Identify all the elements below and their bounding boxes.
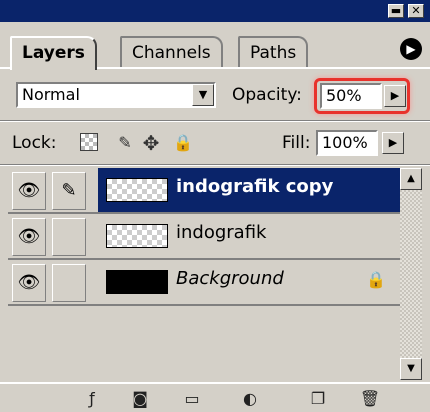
layer-body[interactable]: indografik copy xyxy=(98,168,400,212)
minimize-button[interactable]: ▬ xyxy=(388,4,404,18)
blend-mode-select[interactable]: Normal xyxy=(16,82,216,108)
tab-paths[interactable]: Paths xyxy=(238,36,309,68)
divider xyxy=(0,120,430,122)
lock-transparency-icon[interactable] xyxy=(80,133,98,151)
tab-bar: Layers Channels Paths ▶ xyxy=(0,22,430,70)
layer-body[interactable]: indografik xyxy=(98,214,400,258)
layer-row[interactable]: 👁 Background 🔒 xyxy=(8,260,400,306)
opacity-label: Opacity: xyxy=(232,85,302,105)
panel-menu-button[interactable]: ▶ xyxy=(400,38,422,60)
lock-image-brush-icon[interactable]: ✎ xyxy=(114,132,136,154)
fill-slider-button[interactable]: ▶ xyxy=(382,132,404,154)
trash-icon[interactable]: 🗑 xyxy=(358,388,382,410)
fill-value: 100% xyxy=(322,133,368,152)
visibility-eye-icon[interactable]: 👁 xyxy=(12,264,46,302)
opacity-highlight-annotation xyxy=(314,78,410,114)
paintbrush-icon[interactable]: ✎ xyxy=(52,172,86,210)
blend-mode-dropdown-button[interactable]: ▼ xyxy=(192,84,214,106)
layer-body[interactable]: Background 🔒 xyxy=(98,260,400,304)
new-layer-icon[interactable]: ❐ xyxy=(306,388,330,410)
layer-style-fx-icon[interactable]: ƒ xyxy=(80,388,104,410)
visibility-eye-icon[interactable]: 👁 xyxy=(12,172,46,210)
arrow-right-icon: ▶ xyxy=(388,136,398,149)
scroll-up-button[interactable]: ▲ xyxy=(400,168,422,190)
chevron-down-icon: ▼ xyxy=(198,88,208,101)
layer-thumbnail xyxy=(106,224,168,248)
layers-list: 👁 ✎ indografik copy 👁 indografik 👁 Backg… xyxy=(8,168,400,378)
layers-bottom-toolbar: ƒ ◙ ▭ ◐ ❐ 🗑 xyxy=(0,382,430,412)
tab-layers[interactable]: Layers xyxy=(10,36,97,70)
fill-input[interactable]: 100% xyxy=(316,130,378,156)
arrow-right-circle-icon: ▶ xyxy=(406,42,416,56)
layer-name[interactable]: indografik xyxy=(176,222,266,243)
close-icon: ✕ xyxy=(411,4,421,17)
lock-label: Lock: xyxy=(12,133,57,153)
panel-title-bar[interactable]: ▬ ✕ xyxy=(0,0,430,22)
chevron-down-icon: ▼ xyxy=(407,363,415,374)
layers-scrollbar[interactable]: ▲ ▼ xyxy=(400,168,422,380)
blend-mode-value: Normal xyxy=(22,85,80,104)
link-cell[interactable] xyxy=(52,264,86,302)
layer-name[interactable]: indografik copy xyxy=(176,176,333,197)
layer-thumbnail xyxy=(106,270,168,294)
chevron-up-icon: ▲ xyxy=(407,173,415,184)
close-button[interactable]: ✕ xyxy=(408,4,424,18)
layer-row[interactable]: 👁 ✎ indografik copy xyxy=(8,168,400,214)
add-mask-icon[interactable]: ◙ xyxy=(128,388,152,410)
scroll-down-button[interactable]: ▼ xyxy=(400,358,422,380)
lock-position-move-icon[interactable]: ✥ xyxy=(140,132,162,154)
padlock-icon: 🔒 xyxy=(366,270,386,289)
link-cell[interactable] xyxy=(52,218,86,256)
layer-name[interactable]: Background xyxy=(176,268,284,289)
lock-all-padlock-icon[interactable]: 🔒 xyxy=(172,132,194,154)
layer-row[interactable]: 👁 indografik xyxy=(8,214,400,260)
tab-channels[interactable]: Channels xyxy=(120,36,223,68)
layer-thumbnail xyxy=(106,178,168,202)
visibility-eye-icon[interactable]: 👁 xyxy=(12,218,46,256)
new-set-folder-icon[interactable]: ▭ xyxy=(180,388,204,410)
adjustment-layer-icon[interactable]: ◐ xyxy=(238,388,262,410)
divider xyxy=(0,164,430,166)
fill-label: Fill: xyxy=(282,133,311,153)
minimize-icon: ▬ xyxy=(390,4,402,17)
